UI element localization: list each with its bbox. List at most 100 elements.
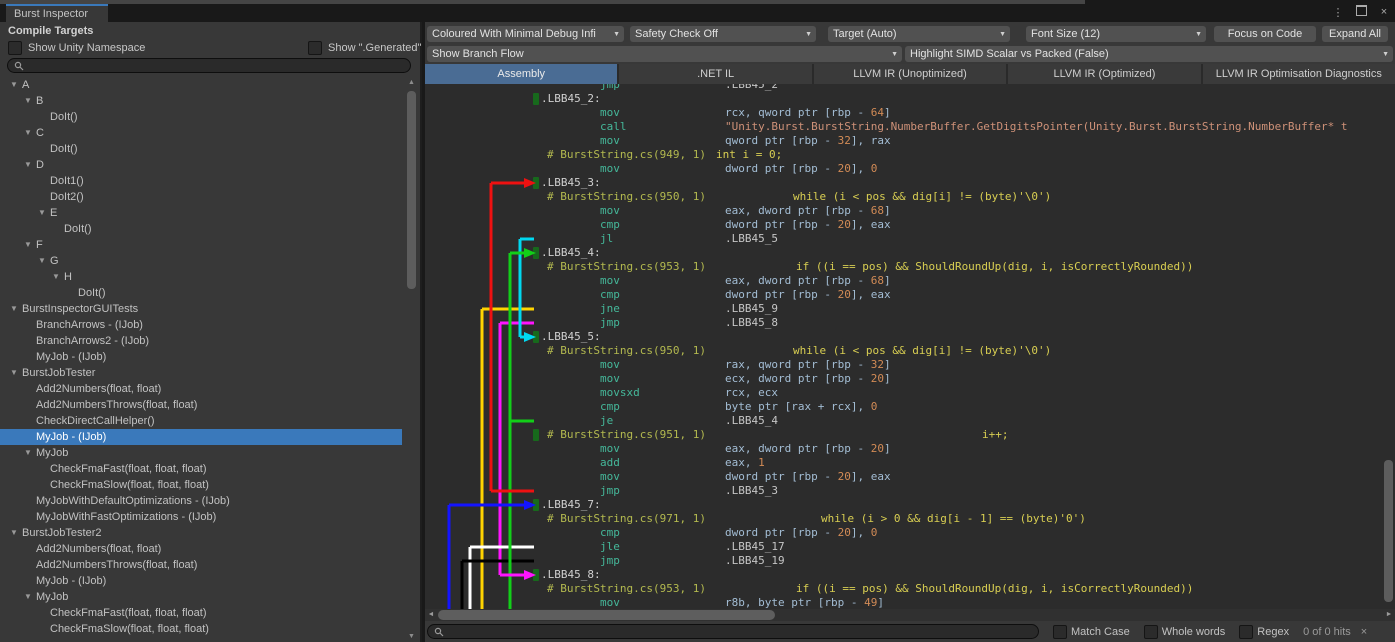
expander-triangle-icon[interactable]: ▼: [10, 525, 18, 541]
kebab-menu-icon[interactable]: ⋮: [1331, 6, 1345, 19]
tree-item[interactable]: ▼C: [0, 125, 402, 141]
expander-triangle-icon[interactable]: ▼: [24, 445, 32, 461]
target-search-input[interactable]: [7, 58, 411, 73]
tree-item[interactable]: BranchArrows - (IJob): [0, 317, 402, 333]
code-horizontal-scrollbar[interactable]: ◄ ►: [425, 609, 1395, 621]
tree-item[interactable]: CheckFmaFast(float, float, float): [0, 605, 402, 621]
code-search-input[interactable]: [427, 624, 1039, 639]
safety-check-dropdown[interactable]: Safety Check Off▼: [630, 26, 816, 42]
tree-item[interactable]: ▼BurstInspectorGUITests: [0, 301, 402, 317]
tree-item[interactable]: CheckFmaFast(float, float, float): [0, 461, 402, 477]
whole-words-checkbox[interactable]: [1144, 625, 1158, 639]
tree-item[interactable]: DoIt(): [0, 221, 402, 237]
show-generated-checkbox[interactable]: [308, 41, 322, 55]
regex-checkbox[interactable]: [1239, 625, 1253, 639]
tree-scrollbar-thumb[interactable]: [407, 91, 416, 289]
match-case-option[interactable]: Match Case: [1053, 625, 1130, 639]
tab-llvm-ir-optimized[interactable]: LLVM IR (Optimized): [1008, 64, 1200, 84]
tree-item[interactable]: ▼MyJob: [0, 445, 402, 461]
search-close-icon[interactable]: ×: [1361, 626, 1367, 638]
window-tab-burst-inspector[interactable]: Burst Inspector: [6, 4, 108, 22]
tree-scrollbar[interactable]: ▲ ▼: [405, 77, 418, 642]
tree-item[interactable]: DoIt2(): [0, 189, 402, 205]
expander-triangle-icon[interactable]: ▼: [38, 205, 46, 221]
expander-triangle-icon[interactable]: ▼: [24, 125, 32, 141]
tree-item[interactable]: ▼A: [0, 77, 402, 93]
tree-item[interactable]: ▼B: [0, 93, 402, 109]
whole-words-option[interactable]: Whole words: [1144, 625, 1226, 639]
expander-triangle-icon[interactable]: ▼: [52, 269, 60, 285]
tree-item[interactable]: MyJobWithDefaultOptimizations - (IJob): [0, 493, 402, 509]
regex-option[interactable]: Regex: [1239, 625, 1289, 639]
expander-triangle-icon[interactable]: ▼: [24, 93, 32, 109]
maximize-icon[interactable]: [1354, 5, 1368, 19]
expander-triangle-icon[interactable]: ▼: [38, 253, 46, 269]
tree-item[interactable]: MyJobWithFastOptimizations - (IJob): [0, 509, 402, 525]
scroll-right-icon[interactable]: ►: [1383, 609, 1395, 621]
scroll-up-icon[interactable]: ▲: [405, 77, 418, 88]
block-marker: [533, 569, 539, 581]
expander-triangle-icon[interactable]: ▼: [24, 157, 32, 173]
tree-item[interactable]: CheckFmaSlow(float, float, float): [0, 477, 402, 493]
block-marker: [533, 499, 539, 511]
horizontal-scrollbar-thumb[interactable]: [438, 610, 775, 620]
match-case-checkbox[interactable]: [1053, 625, 1067, 639]
code-scrollbar-thumb[interactable]: [1384, 460, 1393, 602]
expander-triangle-icon[interactable]: ▼: [10, 77, 18, 93]
tree-item[interactable]: DoIt1(): [0, 173, 402, 189]
scroll-left-icon[interactable]: ◄: [425, 609, 437, 621]
asm-line: movqword ptr [rbp - 32], rax: [425, 134, 1395, 148]
focus-on-code-button[interactable]: Focus on Code: [1214, 26, 1316, 42]
tree-item[interactable]: DoIt(): [0, 141, 402, 157]
tree-item[interactable]: MyJob - (IJob): [0, 349, 402, 365]
tree-item[interactable]: ▼MyJob: [0, 589, 402, 605]
tree-item-label: D: [36, 157, 44, 173]
tree-item[interactable]: MyJob - (IJob): [0, 429, 402, 445]
tree-item[interactable]: ▼H: [0, 269, 402, 285]
tree-item[interactable]: DoIt(): [0, 285, 402, 301]
simd-highlight-dropdown[interactable]: Highlight SIMD Scalar vs Packed (False)▼: [905, 46, 1393, 62]
tree-item[interactable]: ▼E: [0, 205, 402, 221]
tree-item-label: E: [50, 205, 57, 221]
tree-item[interactable]: CheckDirectCallHelper(): [0, 413, 402, 429]
tree-item[interactable]: ▼G: [0, 253, 402, 269]
tab-llvm-ir-unoptimized[interactable]: LLVM IR (Unoptimized): [814, 64, 1006, 84]
tab-assembly[interactable]: Assembly: [425, 64, 617, 84]
tree-item[interactable]: DoIt(): [0, 109, 402, 125]
tree-item[interactable]: CheckFmaSlow(float, float, float): [0, 621, 402, 637]
expander-triangle-icon[interactable]: ▼: [10, 365, 18, 381]
debug-info-dropdown-label: Coloured With Minimal Debug Infi: [432, 28, 596, 40]
tree-item[interactable]: MyJob - (IJob): [0, 573, 402, 589]
expander-triangle-icon[interactable]: ▼: [24, 589, 32, 605]
tree-item-label: DoIt(): [78, 285, 106, 301]
tab-net-il[interactable]: .NET IL: [619, 64, 811, 84]
tree-item[interactable]: ▼F: [0, 237, 402, 253]
expander-triangle-icon[interactable]: ▼: [24, 237, 32, 253]
tab-llvm-ir-optimisation-diagnostics[interactable]: LLVM IR Optimisation Diagnostics: [1203, 64, 1395, 84]
tree-item[interactable]: Add2NumbersThrows(float, float): [0, 557, 402, 573]
font-size-dropdown[interactable]: Font Size (12)▼: [1026, 26, 1206, 42]
show-unity-namespace-checkbox[interactable]: [8, 41, 22, 55]
asm-line: .LBB45_3:: [425, 176, 1395, 190]
expand-all-button[interactable]: Expand All: [1322, 26, 1388, 42]
show-unity-namespace-option[interactable]: Show Unity Namespace: [8, 41, 216, 55]
debug-info-dropdown[interactable]: Coloured With Minimal Debug Infi▼: [427, 26, 624, 42]
close-icon[interactable]: ×: [1377, 6, 1391, 18]
tree-item[interactable]: ▼BurstJobTester: [0, 365, 402, 381]
code-scrollbar[interactable]: [1382, 84, 1395, 609]
assembly-code-view[interactable]: jmp.LBB45_2.LBB45_2:movrcx, qword ptr [r…: [425, 84, 1395, 609]
asm-line: .LBB45_8:: [425, 568, 1395, 582]
branch-flow-dropdown[interactable]: Show Branch Flow▼: [427, 46, 902, 62]
tree-item[interactable]: Add2Numbers(float, float): [0, 381, 402, 397]
tree-item[interactable]: Add2NumbersThrows(float, float): [0, 397, 402, 413]
asm-line: cmpdword ptr [rbp - 20], 0: [425, 526, 1395, 540]
tree-item[interactable]: ▼BurstJobTester2: [0, 525, 402, 541]
title-bar: Burst Inspector ⋮ ×: [0, 4, 1395, 22]
tree-item[interactable]: Add2Numbers(float, float): [0, 541, 402, 557]
asm-line: # BurstString.cs(953, 1)if ((i == pos) &…: [425, 260, 1395, 274]
target-dropdown[interactable]: Target (Auto)▼: [828, 26, 1010, 42]
scroll-down-icon[interactable]: ▼: [405, 631, 418, 642]
expander-triangle-icon[interactable]: ▼: [10, 301, 18, 317]
tree-item[interactable]: BranchArrows2 - (IJob): [0, 333, 402, 349]
tree-item[interactable]: ▼D: [0, 157, 402, 173]
